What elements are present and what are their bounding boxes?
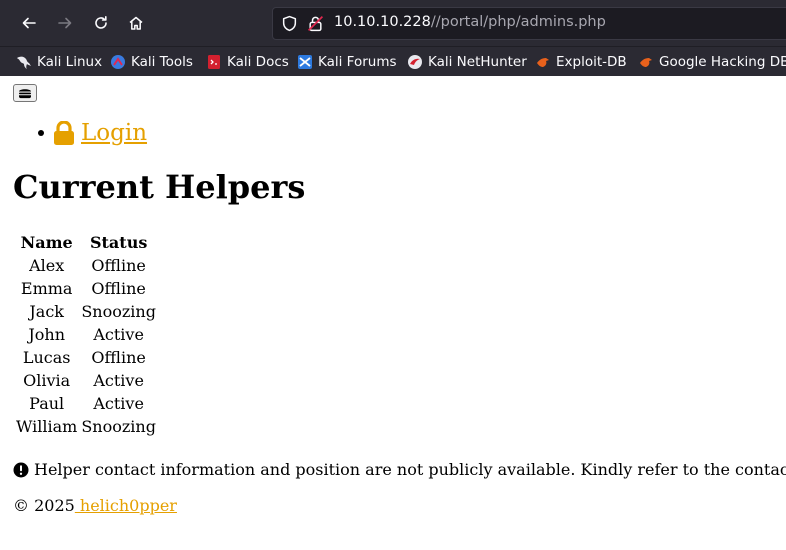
helper-name: Paul: [29, 394, 65, 413]
bookmark-label: Kali Linux: [37, 54, 103, 70]
table-row: Alex Offline: [15, 255, 157, 276]
bookmark-label: Kali Tools: [131, 54, 193, 70]
bookmark-label: Kali NetHunter: [428, 54, 527, 70]
back-button[interactable]: [14, 8, 44, 38]
table-row: Emma Offline: [15, 278, 157, 299]
kali-forums-icon: [298, 55, 312, 69]
bookmark-kali-linux[interactable]: Kali Linux: [16, 52, 102, 72]
helper-name: Jack: [29, 302, 64, 321]
menu-toggle-button[interactable]: [13, 84, 37, 102]
kali-docs-icon: [208, 55, 220, 69]
helper-name: Lucas: [22, 348, 71, 367]
helper-status: Snoozing: [81, 302, 156, 321]
exclamation-circle-icon: [13, 462, 29, 477]
login-link[interactable]: Login: [53, 120, 147, 146]
table-row: Olivia Active: [15, 370, 157, 391]
url-path: //portal/php/admins.php: [430, 14, 606, 30]
bookmark-label: Google Hacking DB: [659, 54, 786, 70]
kali-tools-icon: [111, 55, 125, 69]
helper-status: Snoozing: [81, 417, 156, 436]
lock-icon: [54, 121, 74, 145]
bookmarks-toolbar: Kali Linux Kali Tools Kali Docs Kali For…: [0, 46, 786, 76]
helper-name: John: [28, 325, 65, 344]
bookmark-label: Kali Docs: [227, 54, 289, 70]
copyright-text: © 2025: [13, 496, 75, 515]
author-link[interactable]: helich0pper: [75, 496, 177, 515]
page-content: Login Current Helpers Name Status Alex O…: [0, 76, 786, 550]
url-text[interactable]: 10.10.10.228//portal/php/admins.php: [334, 14, 606, 30]
arrow-right-icon: [58, 17, 72, 29]
google-hacking-db-icon: [640, 58, 652, 67]
bookmark-google-hacking-db[interactable]: Google Hacking DB: [638, 52, 786, 72]
bookmark-kali-forums[interactable]: Kali Forums: [297, 52, 397, 72]
notice-text: Helper contact information and position …: [34, 460, 786, 479]
kali-dragon-icon: [17, 56, 31, 69]
table-row: Lucas Offline: [15, 347, 157, 368]
helper-status: Active: [93, 325, 144, 344]
list-bullet: [38, 130, 44, 136]
bookmark-kali-docs[interactable]: Kali Docs: [206, 52, 289, 72]
helpers-table: Name Status Alex Offline Emma Offline Ja…: [13, 230, 159, 439]
table-header-row: Name Status: [15, 232, 157, 253]
exploit-db-icon: [537, 58, 549, 67]
helper-status: Offline: [91, 256, 146, 275]
arrow-left-icon: [22, 17, 36, 29]
url-host: 10.10.10.228: [334, 14, 431, 30]
browser-chrome: 10.10.10.228//portal/php/admins.php Kali…: [0, 0, 786, 76]
table-row: Jack Snoozing: [15, 301, 157, 322]
insecure-lock-icon[interactable]: [307, 15, 324, 32]
bookmark-label: Exploit-DB: [556, 54, 627, 70]
helper-status: Active: [93, 371, 144, 390]
column-header-status: Status: [89, 233, 148, 252]
page-title: Current Helpers: [13, 168, 306, 206]
hamburger-icon: [19, 89, 31, 99]
info-notice: Helper contact information and position …: [13, 460, 786, 479]
address-bar[interactable]: 10.10.10.228//portal/php/admins.php: [272, 7, 786, 40]
helper-name: Emma: [20, 279, 73, 298]
column-header-name: Name: [20, 233, 73, 252]
reload-icon: [95, 16, 107, 29]
helper-name: Olivia: [23, 371, 71, 390]
bookmark-exploit-db[interactable]: Exploit-DB: [535, 52, 627, 72]
table-row: William Snoozing: [15, 416, 157, 437]
home-icon: [129, 16, 143, 30]
footer: © 2025 helich0pper: [13, 496, 177, 515]
helper-status: Active: [93, 394, 144, 413]
helper-status: Offline: [91, 279, 146, 298]
helper-name: Alex: [29, 256, 65, 275]
kali-nethunter-icon: [408, 55, 422, 69]
bookmark-label: Kali Forums: [318, 54, 397, 70]
bookmark-kali-nethunter[interactable]: Kali NetHunter: [407, 52, 527, 72]
shield-icon[interactable]: [281, 15, 298, 32]
home-button[interactable]: [121, 8, 151, 38]
table-row: John Active: [15, 324, 157, 345]
table-row: Paul Active: [15, 393, 157, 414]
forward-button[interactable]: [50, 8, 80, 38]
browser-toolbar: 10.10.10.228//portal/php/admins.php: [0, 0, 786, 46]
reload-button[interactable]: [86, 8, 116, 38]
helper-status: Offline: [91, 348, 146, 367]
helper-name: William: [16, 417, 78, 436]
login-label: Login: [81, 120, 148, 146]
bookmark-kali-tools[interactable]: Kali Tools: [110, 52, 193, 72]
